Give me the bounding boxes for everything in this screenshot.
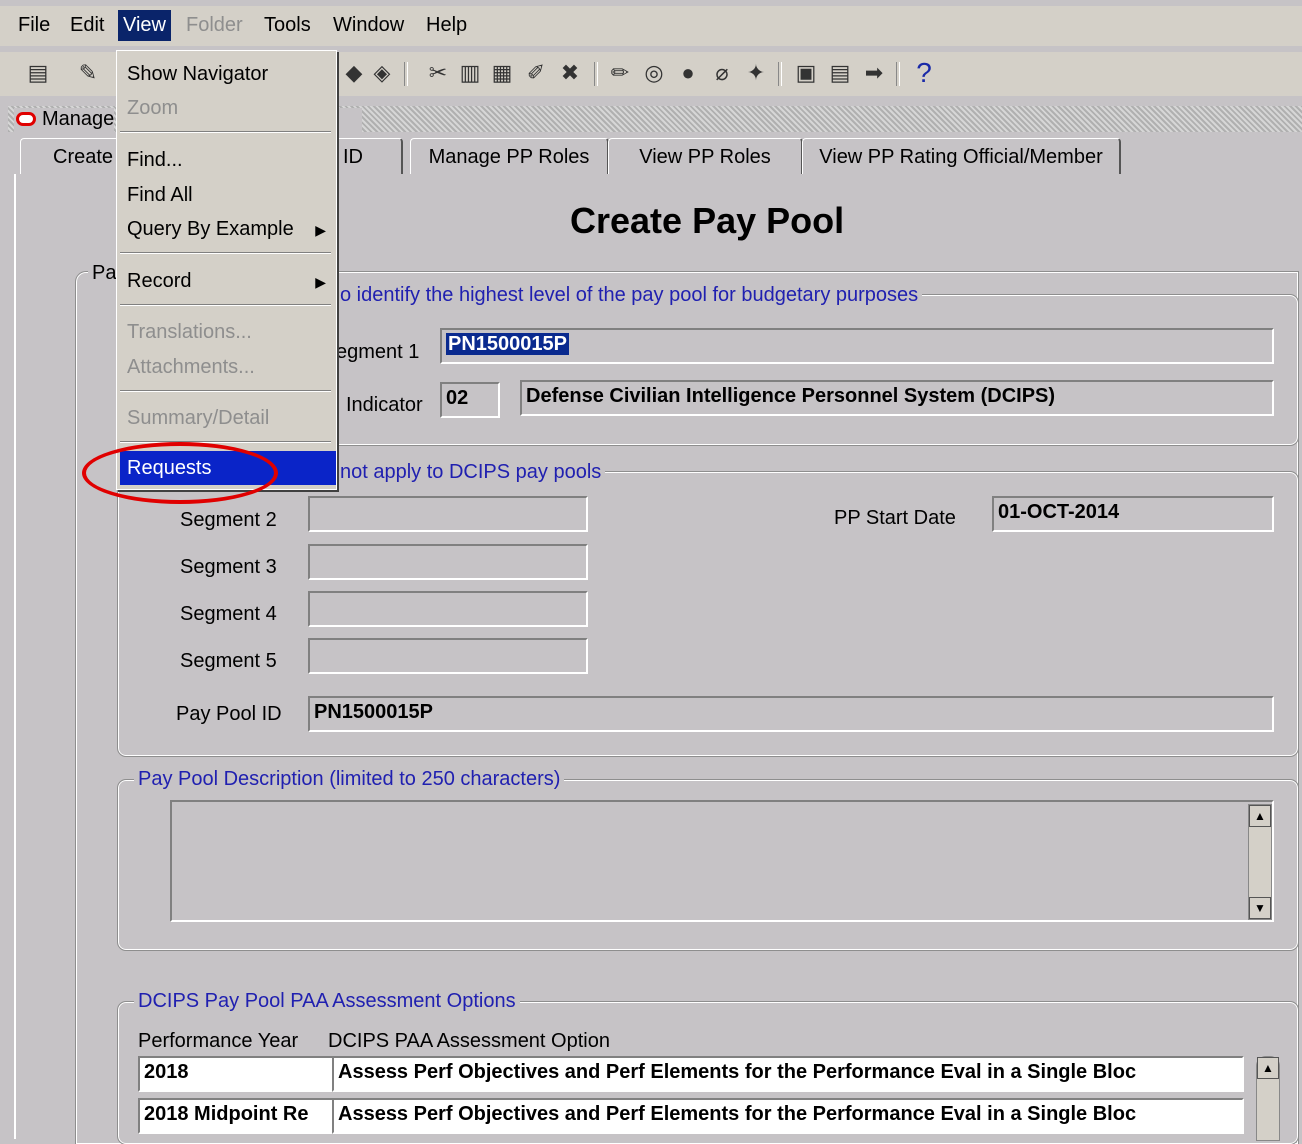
menu-item-query-by-example[interactable]: Query By Example ▶ [127, 218, 326, 241]
tab-view-pp-rating-official[interactable]: View PP Rating Official/Member [802, 138, 1121, 175]
calendar-icon[interactable]: ▣ [792, 60, 820, 86]
next-step-icon[interactable]: ◈ [368, 60, 396, 86]
segment4-label: Segment 4 [180, 603, 277, 625]
menu-folder[interactable]: Folder [186, 14, 243, 37]
indicator-description-field: Defense Civilian Intelligence Personnel … [520, 380, 1274, 416]
menu-item-record[interactable]: Record ▶ [127, 270, 326, 293]
toolbar-separator [594, 62, 598, 86]
segments-legend: not apply to DCIPS pay pools [336, 461, 606, 484]
attachments-icon[interactable]: ⌀ [708, 60, 736, 86]
menu-file[interactable]: File [18, 14, 50, 37]
view-menu: Show Navigator Zoom Find... Find All Que… [116, 50, 337, 490]
assessment-legend: DCIPS Pay Pool PAA Assessment Options [134, 990, 520, 1013]
clear-record-icon[interactable]: ✐ [522, 60, 550, 86]
description-scrollbar[interactable]: ▲ ▼ [1248, 804, 1272, 920]
menu-help[interactable]: Help [426, 14, 467, 37]
toolbar-separator [404, 62, 408, 86]
menu-item-find[interactable]: Find... [127, 149, 183, 172]
find-icon[interactable]: ✎ [74, 60, 102, 86]
menu-item-show-navigator[interactable]: Show Navigator [127, 63, 268, 86]
tab-label: Create [53, 146, 114, 168]
segment5-label: Segment 5 [180, 650, 277, 672]
menu-item-summary-detail: Summary/Detail [127, 407, 270, 429]
save-icon[interactable]: ◆ [340, 60, 368, 86]
submenu-arrow-icon: ▶ [315, 274, 326, 290]
submenu-arrow-icon: ▶ [315, 222, 326, 238]
menu-item-zoom: Zoom [127, 97, 179, 119]
calendar-list-icon[interactable]: ▤ [826, 60, 854, 86]
menu-separator [120, 131, 331, 133]
col-performance-year: Performance Year [138, 1030, 299, 1052]
edit-field-icon[interactable]: ✏ [606, 60, 634, 86]
tab-label: ID [343, 146, 363, 168]
segment1-value: PN1500015P [446, 333, 569, 355]
export-icon[interactable]: ➡ [860, 60, 888, 86]
menu-separator [120, 304, 331, 306]
row2-option[interactable]: Assess Perf Objectives and Perf Elements… [332, 1098, 1244, 1134]
row1-option[interactable]: Assess Perf Objectives and Perf Elements… [332, 1056, 1244, 1092]
menu-separator [120, 252, 331, 254]
description-legend: Pay Pool Description (limited to 250 cha… [134, 768, 565, 791]
annotation-circle [82, 442, 278, 504]
scroll-down-icon[interactable]: ▼ [1249, 897, 1271, 919]
menu-item-attachments: Attachments... [127, 356, 255, 378]
menu-tools[interactable]: Tools [264, 14, 311, 37]
budget-level-legend: o identify the highest level of the pay … [336, 284, 923, 307]
oracle-logo-icon [16, 112, 36, 126]
pp-start-date-field[interactable]: 01-OCT-2014 [992, 496, 1274, 532]
segment4-field[interactable] [308, 591, 588, 627]
title-left-label-bg: Manage [14, 108, 114, 132]
page-title: Create Pay Pool [570, 200, 845, 241]
tab-view-pp-roles[interactable]: View PP Roles [608, 138, 803, 175]
pay-pool-id-field: PN1500015P [308, 696, 1274, 732]
menu-item-label: Record [127, 270, 192, 292]
segment3-field[interactable] [308, 544, 588, 580]
menu-item-find-all[interactable]: Find All [127, 184, 193, 207]
scroll-up-icon[interactable]: ▲ [1249, 805, 1271, 827]
cut-icon[interactable]: ✂ [424, 60, 452, 86]
window-title: Manage [42, 108, 115, 130]
paste-icon[interactable]: ▦ [488, 60, 516, 86]
pay-pool-id-label: Pay Pool ID [176, 703, 282, 725]
row1-year[interactable]: 2018 [138, 1056, 334, 1092]
segment5-field[interactable] [308, 638, 588, 674]
zoom-icon[interactable]: ◎ [640, 60, 668, 86]
folder-tools-icon[interactable]: ✦ [742, 60, 770, 86]
segment3-label: Segment 3 [180, 556, 277, 578]
segment2-field[interactable] [308, 496, 588, 532]
help-icon[interactable]: ? [910, 59, 938, 87]
segment2-label: Segment 2 [180, 509, 277, 531]
new-record-icon[interactable]: ▤ [24, 60, 52, 86]
delete-record-icon[interactable]: ✖ [556, 60, 584, 86]
pp-start-date-label: PP Start Date [834, 507, 956, 529]
menu-separator [120, 390, 331, 392]
col-assessment-option: DCIPS PAA Assessment Option [328, 1030, 610, 1052]
menu-window[interactable]: Window [333, 14, 404, 37]
description-textarea[interactable] [170, 800, 1274, 922]
menu-item-label: Query By Example [127, 218, 294, 240]
toolbar-separator [896, 62, 900, 86]
copy-icon[interactable]: ▥ [456, 60, 484, 86]
scroll-up-icon[interactable]: ▲ [1257, 1057, 1279, 1079]
menu-edit[interactable]: Edit [70, 14, 104, 37]
indicator-label: Indicator [346, 394, 423, 416]
translations-icon[interactable]: ● [674, 60, 702, 86]
row2-year[interactable]: 2018 Midpoint Re [138, 1098, 334, 1134]
tab-manage-pp-roles[interactable]: Manage PP Roles [410, 138, 609, 175]
menu-item-translations: Translations... [127, 321, 252, 343]
menu-view[interactable]: View [118, 10, 171, 41]
menu-bar: File Edit View Folder Tools Window Help [0, 6, 1302, 46]
segment1-label: egment 1 [336, 341, 420, 363]
indicator-code-field[interactable]: 02 [440, 382, 500, 418]
segment1-field[interactable]: PN1500015P [440, 328, 1274, 364]
assessment-scrollbar[interactable]: ▲ [1256, 1056, 1280, 1141]
toolbar-separator [778, 62, 782, 86]
